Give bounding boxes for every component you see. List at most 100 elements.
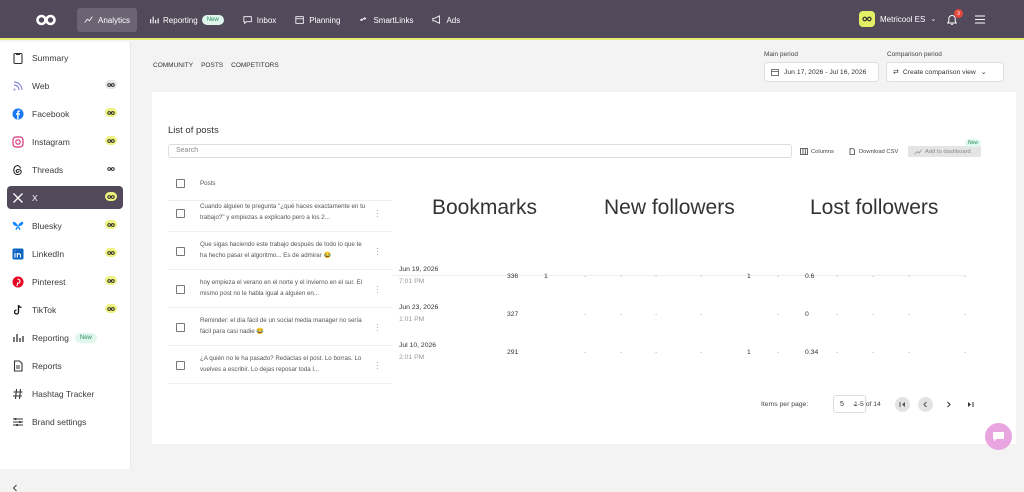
empty-value: - xyxy=(872,311,875,318)
top-bar: Analytics Reporting New Inbox Planning SmartL… xyxy=(0,0,1024,40)
row-checkbox[interactable] xyxy=(176,361,185,370)
empty-value: - xyxy=(908,311,911,318)
download-csv-button[interactable]: Download CSV xyxy=(848,148,898,155)
sidebar-item-hashtag-tracker[interactable]: Hashtag Tracker xyxy=(7,382,123,405)
menu-icon[interactable] xyxy=(975,15,985,24)
chevron-right-icon xyxy=(947,401,951,408)
nav-reporting[interactable]: Reporting New xyxy=(142,8,231,32)
new-badge: New xyxy=(74,332,97,343)
connected-status-icon xyxy=(105,248,117,257)
more-options-icon[interactable]: · · · xyxy=(376,245,379,259)
metricool-logo[interactable] xyxy=(36,13,56,27)
posts-card: List of posts Search Columns Download CS… xyxy=(152,92,1016,444)
first-page-icon xyxy=(899,402,905,407)
nav-planning[interactable]: Planning xyxy=(288,8,347,32)
sidebar-item-x[interactable]: X xyxy=(7,186,123,209)
sidebar-item-brand-settings[interactable]: Brand settings xyxy=(7,410,123,433)
sidebar-item-instagram[interactable]: Instagram xyxy=(7,130,123,153)
more-options-icon[interactable]: · · · xyxy=(376,359,379,373)
account-switcher[interactable]: Metricool ES ⌄ xyxy=(859,11,936,27)
empty-value: - xyxy=(964,349,967,356)
sidebar-item-linkedin[interactable]: LinkedIn xyxy=(7,242,123,265)
items-per-page-label: Items per page: xyxy=(761,401,809,408)
table-row[interactable]: ¿A quién no le ha pasado? Redactas el po… xyxy=(168,348,392,384)
more-options-icon[interactable]: · · · xyxy=(376,207,379,221)
chat-button[interactable] xyxy=(985,423,1012,450)
row-checkbox[interactable] xyxy=(176,209,185,218)
last-page-icon xyxy=(968,402,974,407)
connected-status-icon xyxy=(105,192,117,201)
new-badge: New xyxy=(201,15,224,25)
sidebar-item-label: Threads xyxy=(32,164,64,175)
tab-community[interactable]: COMMUNITY xyxy=(153,62,193,69)
select-all-checkbox[interactable] xyxy=(176,179,185,188)
sidebar-item-pinterest[interactable]: Pinterest xyxy=(7,270,123,293)
sidebar-item-bluesky[interactable]: Bluesky xyxy=(7,214,123,237)
add-to-dashboard-button[interactable]: Add to dashboard xyxy=(908,146,981,157)
sidebar-item-tiktok[interactable]: TikTok xyxy=(7,298,123,321)
sidebar-item-web[interactable]: Web xyxy=(7,74,123,97)
main-period-label: Main period xyxy=(764,51,798,58)
pinterest-icon xyxy=(12,276,24,287)
empty-value: - xyxy=(964,311,967,318)
tab-competitors[interactable]: COMPETITORS xyxy=(231,62,279,69)
more-options-icon[interactable]: · · · xyxy=(376,283,379,297)
main-nav: Analytics Reporting New Inbox Planning SmartL… xyxy=(77,8,472,32)
divider xyxy=(392,275,966,276)
next-page-button[interactable] xyxy=(941,397,956,412)
sidebar-item-threads[interactable]: Threads xyxy=(7,158,123,181)
bar-chart-icon xyxy=(150,16,159,24)
empty-value: - xyxy=(620,349,623,356)
metric-value: 1 xyxy=(544,273,548,280)
empty-value: - xyxy=(584,349,587,356)
first-page-button[interactable] xyxy=(895,397,910,412)
comparison-period-label: Comparison period xyxy=(887,51,942,58)
columns-button[interactable]: Columns xyxy=(800,148,834,155)
posts-column-header: Posts xyxy=(200,180,216,187)
table-row[interactable]: Reminder: el día fácil de un social medi… xyxy=(168,310,392,346)
metric-value: 1 xyxy=(747,349,751,356)
tab-posts[interactable]: POSTS xyxy=(201,62,223,69)
collapse-sidebar-icon[interactable] xyxy=(11,484,19,492)
search-input[interactable]: Search xyxy=(168,144,792,158)
comparison-period-picker[interactable]: ⇄ Create comparison view ⌄ xyxy=(886,62,1004,82)
hashtag-icon xyxy=(13,388,23,399)
nav-smartlinks[interactable]: SmartLinks xyxy=(352,8,420,32)
card-title: List of posts xyxy=(168,125,219,136)
table-row[interactable]: hoy empieza el verano en el norte y el i… xyxy=(168,272,392,308)
nav-label: Reporting xyxy=(163,15,198,25)
sidebar-item-label: TikTok xyxy=(32,304,57,315)
sidebar-item-label: Brand settings xyxy=(32,416,87,427)
clipboard-icon-wrap xyxy=(12,52,24,64)
row-checkbox[interactable] xyxy=(176,323,185,332)
empty-value: - xyxy=(964,273,967,280)
tiktok-icon-wrap xyxy=(12,304,24,316)
previous-page-button[interactable] xyxy=(918,397,933,412)
sliders-icon xyxy=(13,417,23,426)
sidebar-item-facebook[interactable]: Facebook xyxy=(7,102,123,125)
chart-line-icon xyxy=(84,16,93,23)
row-checkbox[interactable] xyxy=(176,285,185,294)
last-page-button[interactable] xyxy=(963,397,978,412)
nav-analytics[interactable]: Analytics xyxy=(77,8,138,32)
sidebar-item-summary[interactable]: Summary xyxy=(7,46,123,69)
threads-icon-wrap xyxy=(12,164,24,176)
chevron-down-icon: ⌄ xyxy=(980,69,987,76)
post-date: Jun 23, 2026 xyxy=(399,304,439,311)
columns-icon xyxy=(800,148,808,155)
threads-icon xyxy=(13,164,22,175)
more-options-icon[interactable]: · · · xyxy=(376,321,379,335)
nav-ads[interactable]: Ads xyxy=(425,8,467,32)
row-checkbox[interactable] xyxy=(176,247,185,256)
sidebar-item-reports[interactable]: Reports xyxy=(7,354,123,377)
sidebar-item-reporting[interactable]: Reporting New xyxy=(7,326,123,349)
nav-inbox[interactable]: Inbox xyxy=(236,8,284,32)
table-row[interactable]: Que sigas haciendo este trabajo después … xyxy=(168,234,392,270)
main-period-picker[interactable]: Jun 17, 2026 - Jul 16, 2026 xyxy=(764,62,879,82)
sliders-icon-wrap xyxy=(12,416,24,428)
metric-value: 1 xyxy=(747,273,751,280)
bar-chart-icon xyxy=(13,333,24,342)
sidebar-item-label: LinkedIn xyxy=(32,248,65,259)
file-icon xyxy=(849,148,855,155)
table-row[interactable]: Cuando alguien te pregunta "¿qué haces e… xyxy=(168,196,392,232)
